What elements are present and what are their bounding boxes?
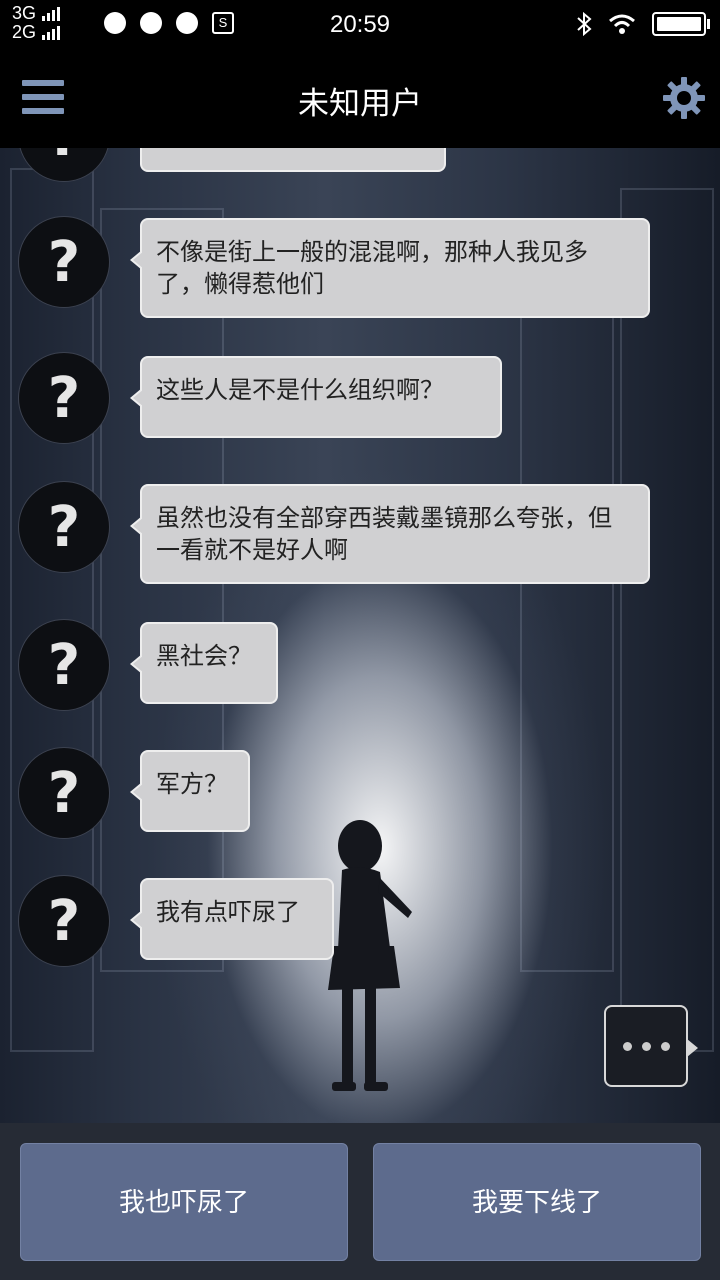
girl-silhouette: [328, 820, 412, 1091]
avatar: ?: [18, 619, 110, 711]
gear-icon[interactable]: [662, 76, 706, 120]
background-building: [520, 268, 614, 972]
avatar: ?: [18, 216, 110, 308]
typing-indicator: [604, 1005, 698, 1087]
message-bubble: 这些人是不是什么组织啊？: [130, 356, 502, 438]
message-bubble: 虽然也没有全部穿西装戴墨镜那么夸张，但一看就不是好人啊: [130, 484, 650, 584]
avatar: ?: [18, 481, 110, 573]
message-bubble: 我有点吓尿了: [130, 878, 334, 960]
avatar: ?: [18, 747, 110, 839]
status-bar: 3G 2G S 20:59: [0, 0, 720, 48]
message-bubble: 军方？: [130, 750, 250, 832]
reply-button-left[interactable]: 我也吓尿了: [20, 1143, 348, 1261]
battery-icon: [652, 12, 710, 36]
message-bubble: 不像是街上一般的混混啊，那种人我见多了，懒得惹他们: [130, 218, 650, 318]
reply-options: 我也吓尿了 我要下线了: [0, 1123, 720, 1280]
message-bubble-partial: [140, 148, 446, 172]
bluetooth-icon: [577, 12, 592, 36]
reply-button-right[interactable]: 我要下线了: [373, 1143, 701, 1261]
page-title: 未知用户: [298, 86, 422, 122]
avatar: ?: [18, 875, 110, 967]
header: 未知用户: [0, 48, 720, 148]
background-building: [100, 208, 224, 972]
message-bubble: 黑社会？: [130, 622, 278, 704]
avatar: ?: [18, 352, 110, 444]
wifi-icon: [609, 14, 635, 34]
